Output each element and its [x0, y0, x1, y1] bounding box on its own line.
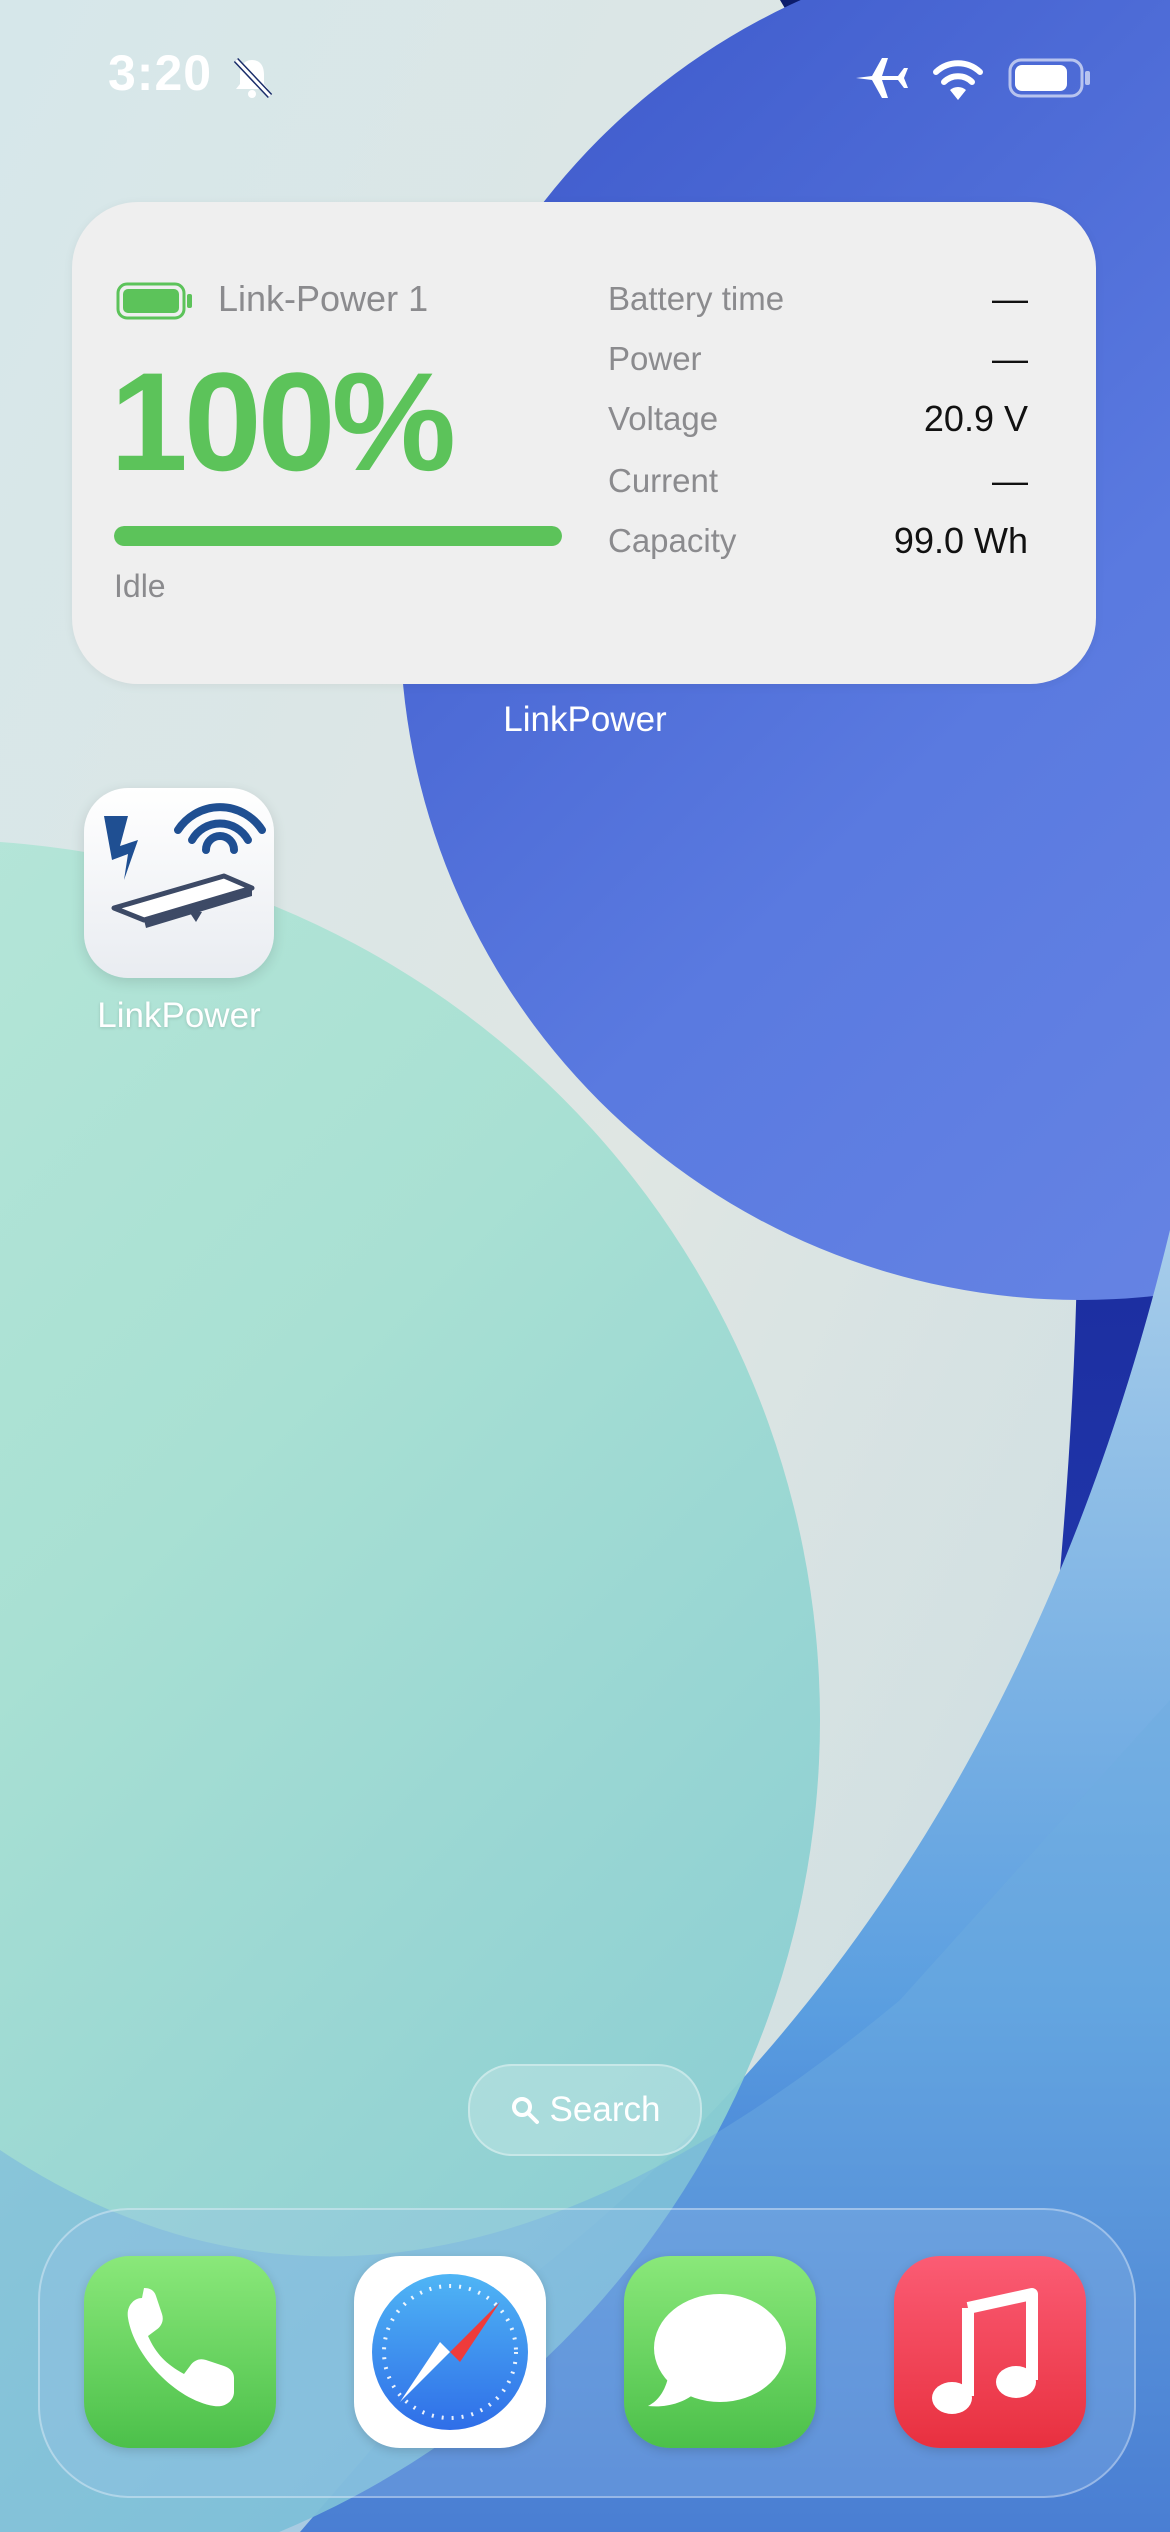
stat-power: Power —	[608, 334, 1028, 384]
speech-bubble-icon	[648, 2294, 786, 2407]
battery-widget[interactable]: Link-Power 1 100% Idle Battery time — Po…	[72, 202, 1096, 684]
stat-label: Battery time	[608, 280, 785, 317]
app-label: LinkPower	[97, 996, 261, 1035]
dock-safari-app[interactable]	[354, 2256, 546, 2448]
dock-phone-app[interactable]	[84, 2256, 276, 2448]
search-label: Search	[549, 2090, 661, 2129]
search-button[interactable]: Search	[468, 2064, 702, 2156]
stat-value: —	[992, 278, 1028, 319]
music-note-icon	[932, 2288, 1038, 2414]
airplane-icon	[856, 58, 908, 98]
status-time: 3:20	[108, 45, 213, 101]
stat-value: 99.0 Wh	[893, 520, 1028, 561]
stat-current: Current —	[608, 456, 1028, 506]
battery-state: Idle	[114, 568, 166, 604]
stat-value: —	[992, 338, 1028, 379]
linkpower-app-icon[interactable]	[84, 788, 274, 978]
dock-messages-app[interactable]	[624, 2256, 816, 2448]
phone-icon	[127, 2288, 234, 2407]
battery-level-bar	[114, 526, 562, 546]
stat-voltage: Voltage 20.9 V	[608, 394, 1028, 444]
stat-capacity: Capacity 99.0 Wh	[608, 516, 1028, 566]
device-name: Link-Power 1	[218, 278, 429, 319]
battery-icon	[1008, 58, 1090, 98]
stat-battery-time: Battery time —	[608, 274, 1028, 324]
compass-icon	[372, 2274, 528, 2430]
wifi-icon	[933, 60, 983, 100]
stat-value: 20.9 V	[923, 398, 1028, 439]
widget-caption: LinkPower	[503, 700, 667, 739]
bell-slash-icon	[233, 57, 273, 99]
dock-music-app[interactable]	[894, 2256, 1086, 2448]
search-icon	[511, 2097, 539, 2124]
battery-full-icon	[116, 282, 192, 320]
linkpower-icon	[104, 803, 266, 928]
stat-label: Capacity	[608, 522, 737, 559]
stat-label: Voltage	[608, 400, 719, 437]
stat-value: —	[992, 460, 1028, 501]
stat-label: Power	[608, 340, 702, 377]
battery-level-fill	[114, 526, 562, 546]
stat-label: Current	[608, 462, 719, 499]
battery-percentage: 100%	[110, 343, 456, 500]
